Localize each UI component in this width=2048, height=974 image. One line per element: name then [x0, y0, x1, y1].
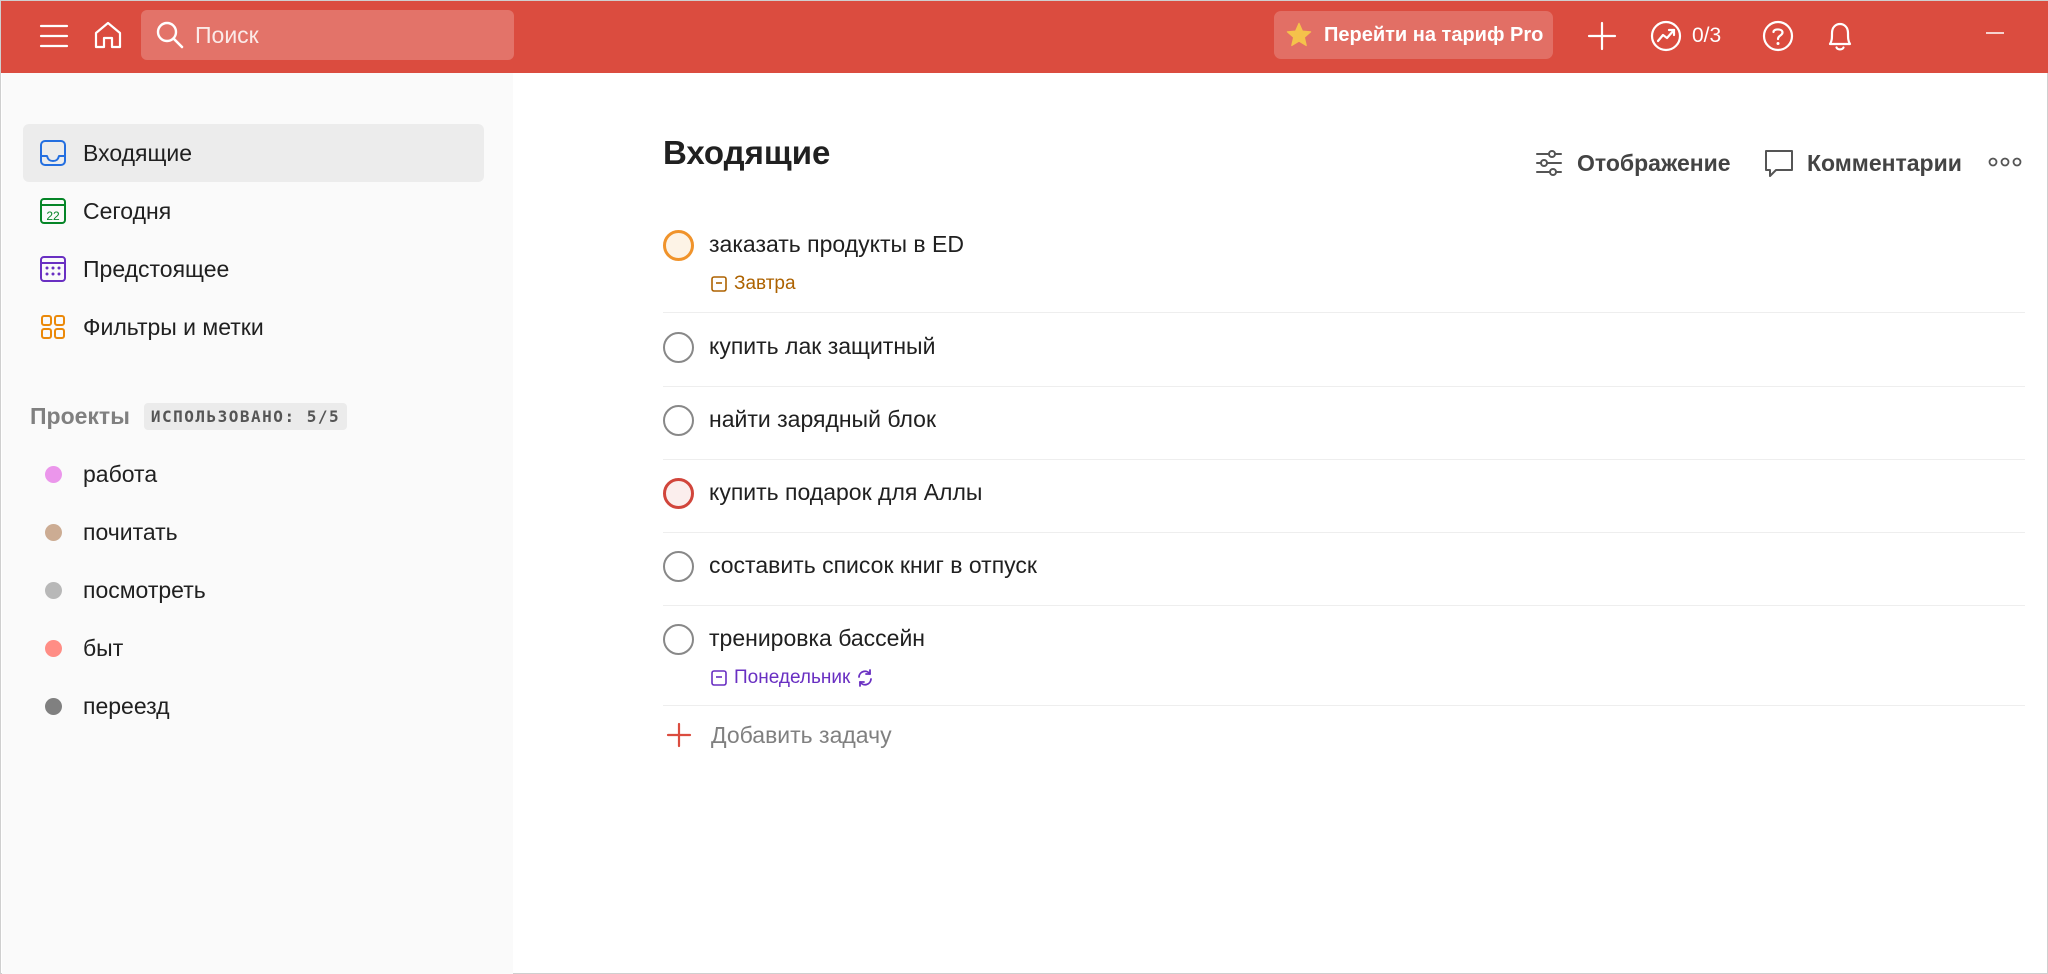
project-color-dot — [45, 465, 62, 483]
project-color-dot — [45, 523, 62, 541]
sidebar-item-label: Входящие — [83, 139, 193, 166]
task-row[interactable]: купить лак защитный — [663, 332, 2025, 387]
project-color-dot — [45, 639, 62, 657]
sliders-icon — [1531, 145, 1567, 181]
project-label: работа — [83, 460, 158, 487]
projects-usage-badge: ИСПОЛЬЗОВАНО: 5/5 — [143, 403, 348, 430]
svg-text:22: 22 — [46, 209, 60, 223]
upgrade-pro-label: Перейти на тариф Pro — [1324, 23, 1544, 46]
task-complete-checkbox[interactable] — [663, 478, 694, 509]
calendar-icon — [709, 274, 729, 294]
task-due-date[interactable]: Завтра — [709, 273, 796, 295]
home-icon[interactable] — [88, 15, 128, 55]
task-complete-checkbox[interactable] — [663, 332, 694, 363]
add-task-label: Добавить задачу — [711, 721, 892, 748]
task-complete-checkbox[interactable] — [663, 405, 694, 436]
comments-label: Комментарии — [1807, 149, 1962, 176]
sidebar: Входящие 22 Сегодня Предстоящее Фильтры … — [2, 73, 513, 974]
task-name: купить подарок для Аллы — [709, 479, 983, 505]
sidebar-project-item[interactable]: работа — [23, 448, 484, 500]
upgrade-pro-button[interactable]: Перейти на тариф Pro — [1274, 11, 1553, 59]
calendar-icon — [709, 668, 729, 688]
filters-icon — [35, 309, 71, 345]
view-options-label: Отображение — [1577, 149, 1731, 176]
sidebar-item-inbox[interactable]: Входящие — [23, 124, 484, 182]
page-title: Входящие — [663, 134, 831, 171]
project-color-dot — [45, 581, 62, 599]
calendar-today-icon: 22 — [35, 193, 71, 229]
project-label: быт — [83, 634, 124, 661]
task-name: купить лак защитный — [709, 333, 936, 359]
sidebar-item-label: Предстоящее — [83, 255, 230, 282]
search-bar[interactable] — [141, 10, 514, 60]
star-icon — [1284, 20, 1314, 50]
task-complete-checkbox[interactable] — [663, 551, 694, 582]
add-icon[interactable] — [1582, 16, 1622, 56]
view-options-button[interactable]: Отображение — [1531, 143, 1731, 183]
search-icon — [153, 18, 187, 52]
plus-icon — [663, 719, 695, 751]
sidebar-item-filters[interactable]: Фильтры и метки — [23, 298, 484, 356]
recurring-icon — [854, 667, 876, 689]
task-complete-checkbox[interactable] — [663, 230, 694, 261]
task-name: составить список книг в отпуск — [709, 552, 1037, 578]
task-row[interactable]: купить подарок для Аллы — [663, 478, 2025, 533]
sidebar-project-item[interactable]: посмотреть — [23, 564, 484, 616]
task-row[interactable]: найти зарядный блок — [663, 405, 2025, 460]
projects-title: Проекты — [30, 403, 130, 429]
task-row[interactable]: заказать продукты в ED Завтра — [663, 230, 2025, 313]
comment-icon — [1761, 145, 1797, 181]
project-label: почитать — [83, 518, 178, 545]
task-row[interactable]: тренировка бассейн Понедельник — [663, 624, 2025, 706]
productivity-count: 0/3 — [1692, 24, 1722, 47]
productivity-button[interactable]: 0/3 — [1649, 16, 1721, 56]
task-row[interactable]: составить список книг в отпуск — [663, 551, 2025, 606]
search-input[interactable] — [195, 21, 495, 49]
inbox-icon — [35, 135, 71, 171]
sidebar-project-item[interactable]: почитать — [23, 506, 484, 558]
task-name: заказать продукты в ED — [709, 231, 964, 257]
sidebar-item-upcoming[interactable]: Предстоящее — [23, 240, 484, 298]
add-task-button[interactable]: Добавить задачу — [663, 715, 892, 755]
task-due-date[interactable]: Понедельник — [709, 667, 876, 689]
projects-header[interactable]: Проекты ИСПОЛЬЗОВАНО: 5/5 — [30, 403, 348, 430]
task-due-label: Завтра — [734, 273, 796, 294]
menu-icon[interactable] — [35, 17, 73, 55]
notifications-bell-icon[interactable] — [1820, 15, 1860, 57]
more-options-icon[interactable] — [1987, 147, 2023, 177]
task-due-label: Понедельник — [734, 667, 851, 688]
project-label: переезд — [83, 692, 170, 719]
productivity-icon — [1649, 19, 1683, 53]
help-icon[interactable] — [1758, 16, 1798, 56]
task-name: тренировка бассейн — [709, 625, 925, 651]
sidebar-item-label: Сегодня — [83, 197, 172, 224]
task-complete-checkbox[interactable] — [663, 624, 694, 655]
sidebar-project-item[interactable]: переезд — [23, 680, 484, 732]
minimize-icon[interactable] — [1983, 21, 2007, 45]
sidebar-project-item[interactable]: быт — [23, 622, 484, 674]
task-name: найти зарядный блок — [709, 406, 937, 432]
project-label: посмотреть — [83, 576, 206, 603]
project-color-dot — [45, 697, 62, 715]
comments-button[interactable]: Комментарии — [1761, 143, 1962, 183]
sidebar-item-today[interactable]: 22 Сегодня — [23, 182, 484, 240]
top-bar: Перейти на тариф Pro 0/3 — [1, 1, 2048, 73]
sidebar-item-label: Фильтры и метки — [83, 313, 264, 340]
calendar-upcoming-icon — [35, 251, 71, 287]
